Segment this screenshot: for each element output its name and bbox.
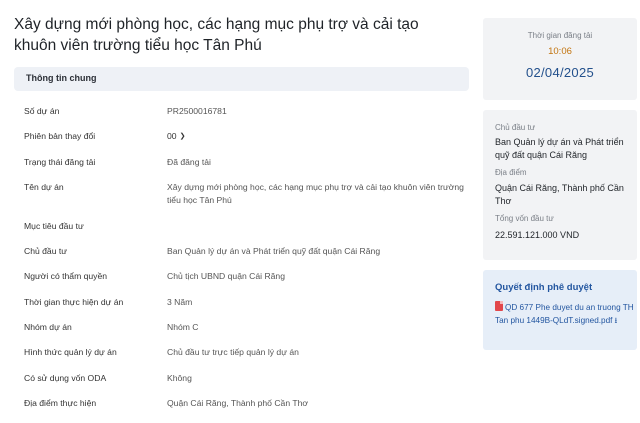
- publish-time: 10:06: [548, 46, 572, 57]
- summary-card: Chủ đầu tư Ban Quản lý dự án và Phát tri…: [483, 110, 637, 260]
- row-label: Tên dự án: [24, 182, 64, 192]
- capital-label: Tổng vốn đầu tư: [495, 214, 554, 223]
- row-value: Ban Quản lý dự án và Phát triển quỹ đất …: [167, 246, 381, 256]
- row-value: Không: [167, 373, 192, 383]
- chevron-down-icon: ❯: [179, 133, 186, 140]
- version-value: 00: [167, 131, 177, 141]
- location-label: Địa điểm: [495, 168, 527, 177]
- row-value: Đã đăng tải: [167, 157, 211, 167]
- pdf-file-icon: [495, 301, 503, 311]
- row-label: Phiên bản thay đổi: [24, 131, 96, 141]
- row-label: Nhóm dự án: [24, 322, 72, 332]
- page-title: Xây dựng mới phòng học, các hạng mục phụ…: [14, 16, 419, 54]
- row-value: Chủ tịch UBND quận Cái Răng: [167, 271, 285, 281]
- decision-file-link[interactable]: QD 677 Phe duyet du an truong TH Tan phu…: [495, 301, 635, 327]
- publish-date: 02/04/2025: [525, 65, 595, 80]
- row-label: Mục tiêu đầu tư: [24, 221, 84, 231]
- row-value: PR2500016781: [167, 106, 227, 116]
- project-detail-page: Xây dựng mới phòng học, các hạng mục phụ…: [0, 0, 640, 423]
- row-label: Người có thẩm quyền: [24, 271, 108, 281]
- row-label: Thời gian thực hiện dự án: [24, 297, 124, 307]
- publish-time-card: Thời gian đăng tải 10:06 02/04/2025: [483, 18, 637, 100]
- owner-label: Chủ đầu tư: [495, 123, 536, 132]
- decision-title: Quyết định phê duyệt: [495, 282, 593, 293]
- version-select[interactable]: 00 ❯: [167, 130, 467, 143]
- row-value: Xây dựng mới phòng học, các hạng mục phụ…: [167, 182, 464, 205]
- decision-file-name: QD 677 Phe duyet du an truong TH Tan phu…: [495, 303, 634, 325]
- row-label: Chủ đầu tư: [24, 246, 68, 256]
- row-label: Địa điểm thực hiện: [24, 398, 97, 408]
- section-heading: Thông tin chung: [26, 73, 97, 83]
- publish-time-label: Thời gian đăng tải: [527, 31, 593, 40]
- row-label: Có sử dụng vốn ODA: [24, 373, 107, 383]
- capital-value: 22.591.121.000 VND: [495, 230, 580, 240]
- row-label: Hình thức quản lý dự án: [24, 347, 117, 357]
- download-icon[interactable]: ⭳: [614, 314, 617, 327]
- row-label: Số dự án: [24, 106, 60, 116]
- decision-card: Quyết định phê duyệt QD 677 Phe duyet du…: [483, 270, 637, 350]
- row-value: 3 Năm: [167, 297, 193, 307]
- row-value: Nhóm C: [167, 322, 199, 332]
- row-value: Quận Cái Răng, Thành phố Cần Thơ: [167, 398, 308, 408]
- row-value: Chủ đầu tư trực tiếp quản lý dự án: [167, 347, 299, 357]
- section-header-general: Thông tin chung: [14, 67, 469, 91]
- owner-value: Ban Quản lý dự án và Phát triển quỹ đất …: [495, 137, 624, 160]
- location-value: Quận Cái Răng, Thành phố Cần Thơ: [495, 183, 624, 206]
- row-label: Trạng thái đăng tải: [24, 157, 96, 167]
